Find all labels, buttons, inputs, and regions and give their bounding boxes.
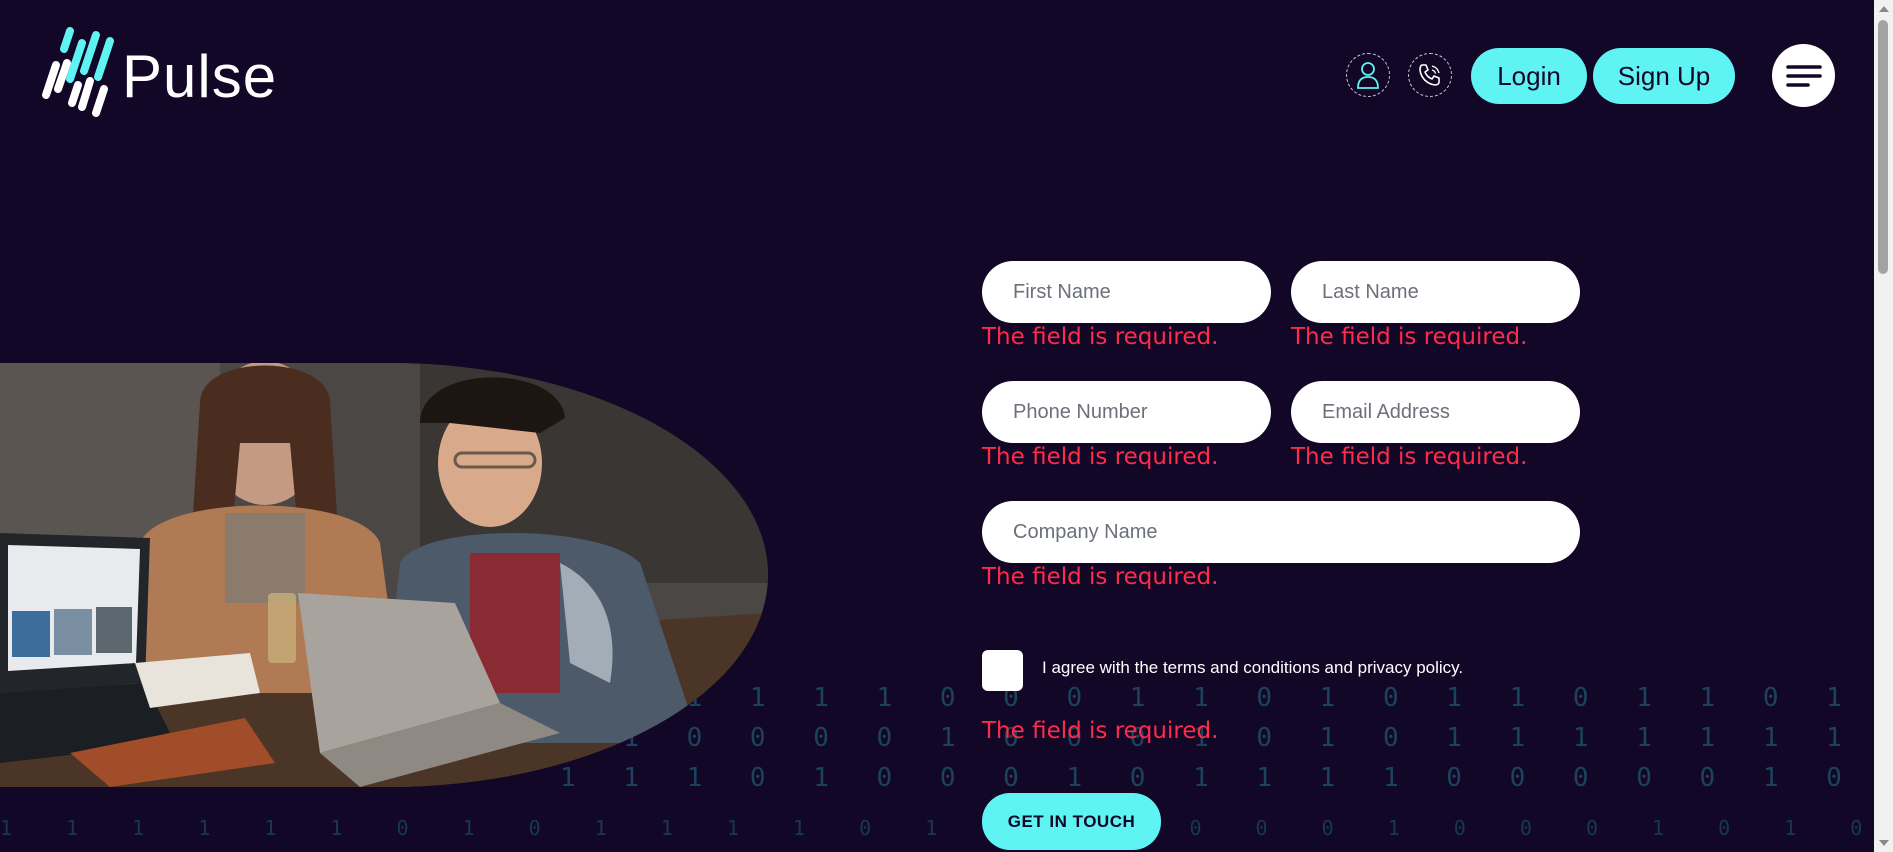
- email-field[interactable]: [1291, 381, 1580, 443]
- hamburger-menu-icon: [1785, 64, 1822, 87]
- pulse-logo[interactable]: Pulse: [40, 26, 280, 126]
- call-button[interactable]: [1408, 53, 1452, 97]
- logo-wordmark: Pulse: [122, 42, 278, 110]
- signup-button[interactable]: Sign Up: [1593, 48, 1735, 104]
- pulse-logo-mark-icon: [42, 27, 114, 117]
- last-name-field[interactable]: [1291, 261, 1580, 323]
- first-name-error: The field is required.: [982, 324, 1219, 350]
- scroll-down-arrow-icon[interactable]: [1879, 840, 1889, 846]
- company-name-field[interactable]: [982, 501, 1580, 563]
- page: 1 1 1 1 1 0 0 0 1 1 0 1 0 1 1 0 1 1 0 1 …: [0, 0, 1874, 852]
- terms-checkbox[interactable]: [982, 650, 1023, 691]
- last-name-error: The field is required.: [1291, 324, 1528, 350]
- page-scrollbar[interactable]: [1874, 0, 1893, 852]
- company-name-error: The field is required.: [982, 564, 1219, 590]
- hero-photo-illustration: [0, 363, 768, 787]
- first-name-field[interactable]: [982, 261, 1271, 323]
- phone-icon: [1419, 64, 1440, 86]
- login-button[interactable]: Login: [1471, 48, 1587, 104]
- email-error: The field is required.: [1291, 444, 1528, 470]
- phone-number-field[interactable]: [982, 381, 1271, 443]
- user-icon: [1357, 62, 1379, 89]
- hero-photo: [0, 363, 768, 787]
- binary-pattern-bottom: 1 1 1 1 1 1 0 1 0 1 1 1 1 0 1 1 0 1 0 0 …: [0, 816, 1862, 840]
- phone-number-error: The field is required.: [982, 444, 1219, 470]
- get-in-touch-button[interactable]: GET IN TOUCH: [982, 793, 1161, 850]
- account-button[interactable]: [1346, 53, 1390, 97]
- scrollbar-thumb[interactable]: [1878, 20, 1888, 274]
- terms-label: I agree with the terms and conditions an…: [1042, 658, 1464, 677]
- terms-error: The field is required.: [982, 718, 1219, 744]
- scroll-up-arrow-icon[interactable]: [1879, 6, 1889, 12]
- menu-button[interactable]: [1772, 44, 1835, 107]
